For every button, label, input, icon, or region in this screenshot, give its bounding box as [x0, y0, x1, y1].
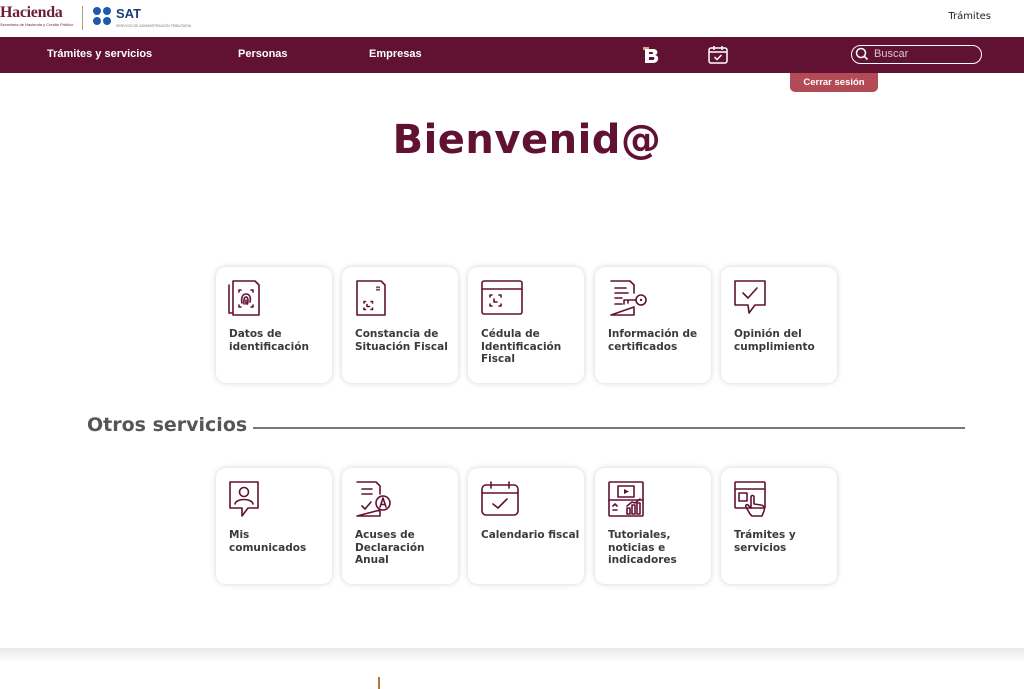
card-label: Calendario fiscal: [481, 529, 580, 541]
card-label: Constancia de Situación Fiscal: [355, 328, 448, 353]
card-label: Datos de identificación: [229, 328, 309, 353]
hacienda-logo[interactable]: Hacienda Secretaría de Hacienda y Crédit…: [0, 4, 73, 27]
qr-document-icon: [356, 280, 386, 316]
card-constancia-situacion-fiscal[interactable]: Constancia de Situación Fiscal: [342, 267, 458, 383]
sat-logo[interactable]: SAT SERVICIO DE ADMINISTRACIÓN TRIBUTARI…: [93, 7, 191, 28]
search-input[interactable]: [874, 47, 974, 61]
card-opinion-cumplimiento[interactable]: Opinión del cumplimiento: [721, 267, 837, 383]
hand-touch-icon: [734, 481, 766, 517]
calendar-icon[interactable]: [707, 44, 729, 66]
nav-personas[interactable]: Personas: [238, 48, 288, 60]
card-label: Acuses de Declaración Anual: [355, 529, 425, 566]
sat-dots-icon: [93, 7, 113, 27]
check-speech-icon: [734, 280, 766, 314]
sat-logo-subtitle: SERVICIO DE ADMINISTRACIÓN TRIBUTARIA: [116, 24, 192, 28]
buzon-b-icon[interactable]: [641, 44, 663, 66]
card-calendario-fiscal[interactable]: Calendario fiscal: [468, 468, 584, 584]
card-datos-identificacion[interactable]: Datos de identificación: [216, 267, 332, 383]
search-box[interactable]: [851, 45, 982, 64]
card-label: Trámites y servicios: [734, 529, 796, 554]
card-cedula-identificacion-fiscal[interactable]: Cédula de Identificación Fiscal: [468, 267, 584, 383]
main-nav: Trámites y servicios Personas Empresas: [0, 37, 1024, 73]
certificate-key-icon: [610, 280, 647, 316]
card-label: Cédula de Identificación Fiscal: [481, 328, 562, 365]
qr-card-icon: [481, 280, 523, 315]
tutorials-chart-icon: [608, 481, 644, 517]
card-tramites-servicios[interactable]: Trámites y servicios: [721, 468, 837, 584]
card-acuses-declaracion-anual[interactable]: Acuses de Declaración Anual: [342, 468, 458, 584]
logout-button[interactable]: Cerrar sesión: [790, 73, 878, 92]
card-label: Tutoriales, noticias e indicadores: [608, 529, 677, 566]
search-icon: [855, 47, 869, 61]
card-informacion-certificados[interactable]: Información de certificados: [595, 267, 711, 383]
card-label: Opinión del cumplimiento: [734, 328, 815, 353]
card-label: Mis comunicados: [229, 529, 307, 554]
page-title: Bienvenid@: [392, 117, 662, 163]
section-divider: [253, 427, 965, 429]
footer-divider: [0, 648, 1024, 662]
nav-empresas[interactable]: Empresas: [369, 48, 422, 60]
declaration-receipt-icon: [356, 481, 391, 517]
hacienda-logo-name: Hacienda: [0, 4, 63, 21]
card-tutoriales-noticias-indicadores[interactable]: Tutoriales, noticias e indicadores: [595, 468, 711, 584]
top-tramites-link[interactable]: Trámites: [948, 11, 991, 22]
logo-divider: [82, 6, 83, 30]
top-bar: Hacienda Secretaría de Hacienda y Crédit…: [0, 0, 1024, 37]
fingerprint-document-icon: [228, 280, 260, 316]
card-label: Información de certificados: [608, 328, 698, 353]
sat-logo-name: SAT: [116, 6, 142, 21]
footer-mark: [378, 677, 380, 689]
user-message-icon: [229, 481, 259, 517]
nav-tramites-servicios[interactable]: Trámites y servicios: [47, 48, 152, 60]
card-mis-comunicados[interactable]: Mis comunicados: [216, 468, 332, 584]
section-title-otros-servicios: Otros servicios: [87, 414, 248, 436]
calendar-check-icon: [481, 481, 519, 516]
hacienda-logo-subtitle: Secretaría de Hacienda y Crédito Público: [0, 22, 74, 27]
